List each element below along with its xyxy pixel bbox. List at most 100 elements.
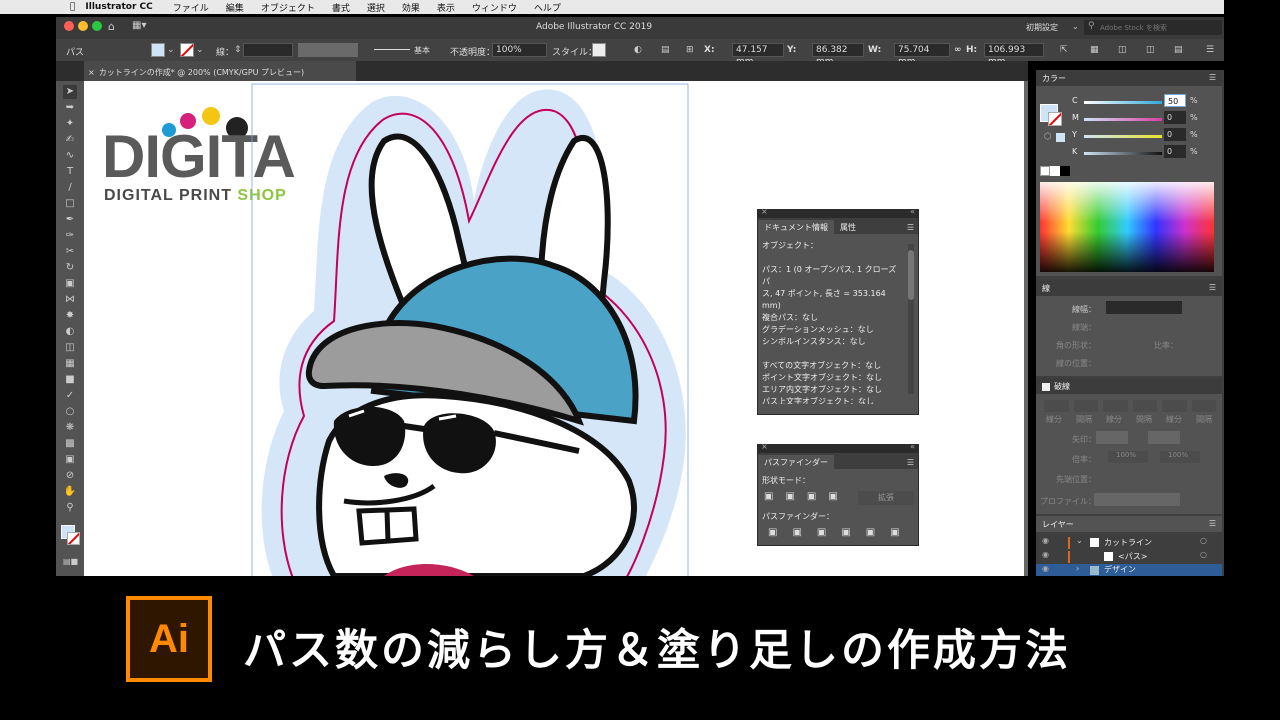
hand-tool-icon[interactable]: ✋	[63, 485, 77, 499]
shape-builder-tool-icon[interactable]: ◐	[63, 325, 77, 339]
slice-tool-icon[interactable]: ⊘	[63, 469, 77, 483]
tab-attributes[interactable]: 属性	[834, 220, 862, 234]
menu-window[interactable]: ウィンドウ	[472, 1, 517, 14]
magenta-field[interactable]: 0	[1164, 111, 1186, 124]
artboard-tool-icon[interactable]: ▣	[63, 453, 77, 467]
minimize-window-button[interactable]	[78, 21, 88, 31]
arrange-icon[interactable]: ▤	[1174, 45, 1183, 55]
pathfinder-buttons[interactable]: ▣▣▣▣▣▣	[768, 527, 915, 538]
width-tool-icon[interactable]: ⋈	[63, 293, 77, 307]
recolor-icon[interactable]: ◐	[634, 45, 642, 55]
shaper-tool-icon[interactable]: ✑	[63, 229, 77, 243]
perspective-grid-tool-icon[interactable]: ◫	[63, 341, 77, 355]
tab-document-info[interactable]: ドキュメント情報	[758, 220, 834, 234]
menu-type[interactable]: 書式	[332, 1, 350, 14]
puppet-warp-tool-icon[interactable]: ✸	[63, 309, 77, 323]
apple-icon[interactable]: 	[70, 2, 75, 12]
magic-wand-tool-icon[interactable]: ✦	[63, 117, 77, 131]
layer-row[interactable]: ◉ <パス> ○	[1036, 550, 1222, 564]
scale-tool-icon[interactable]: ▣	[63, 277, 77, 291]
brush-label[interactable]: 基本	[414, 45, 430, 56]
zoom-tool-icon[interactable]: ⚲	[63, 501, 77, 515]
y-field[interactable]: 86.382 mm	[812, 43, 864, 67]
isolate-icon[interactable]: ⇱	[1060, 45, 1068, 55]
dashed-line-checkbox[interactable]	[1042, 382, 1050, 391]
chevron-down-icon[interactable]: ⌄	[1072, 22, 1079, 31]
profile-select[interactable]	[1094, 493, 1180, 506]
h-field[interactable]: 106.993 mm	[984, 43, 1044, 67]
fill-swatch[interactable]	[151, 43, 165, 57]
arrange-documents-icon[interactable]: ▦▾	[132, 20, 146, 31]
dash-inputs[interactable]	[1044, 400, 1216, 412]
rotate-tool-icon[interactable]: ↻	[63, 261, 77, 275]
draw-mode-icon[interactable]: ▤■	[63, 555, 78, 569]
stroke-weight-field[interactable]	[243, 43, 293, 57]
distribute-icon[interactable]: ◫	[1118, 45, 1127, 55]
link-icon[interactable]: ∞	[954, 45, 962, 55]
cyan-field[interactable]: 50	[1164, 94, 1186, 107]
panel-menu-icon[interactable]: ☰	[903, 221, 918, 234]
panel-menu-icon[interactable]: ☰	[903, 456, 918, 469]
symbol-sprayer-tool-icon[interactable]: ❋	[63, 421, 77, 435]
panel-menu-icon[interactable]: ☰	[1209, 283, 1216, 292]
chevron-right-icon[interactable]: ›	[1076, 564, 1079, 573]
stepper-icon[interactable]: ⇕	[234, 45, 242, 55]
type-tool-icon[interactable]: T	[63, 165, 77, 179]
workspace-switcher[interactable]: 初期設定	[1026, 22, 1058, 33]
line-tool-icon[interactable]: ∕	[63, 181, 77, 195]
direct-selection-tool-icon[interactable]: ➥	[63, 101, 77, 115]
end-arrow-select[interactable]	[1148, 431, 1180, 444]
rectangle-tool-icon[interactable]: □	[63, 197, 77, 211]
chevron-down-icon[interactable]: ⌄	[167, 45, 175, 55]
start-scale-field[interactable]: 100%	[1108, 451, 1148, 463]
flip-icon[interactable]: ◫	[1146, 45, 1155, 55]
stroke-weight-input[interactable]	[1106, 301, 1182, 314]
info-scrollbar[interactable]	[908, 244, 914, 394]
close-icon[interactable]: ×	[761, 442, 768, 451]
cyan-slider[interactable]	[1084, 101, 1162, 104]
layer-row[interactable]: ◉ › デザイン	[1036, 564, 1222, 576]
opacity-field[interactable]: 100%	[492, 43, 547, 57]
panel-menu-icon[interactable]: ☰	[1209, 73, 1216, 82]
tab-pathfinder[interactable]: パスファインダー	[758, 455, 834, 469]
scissors-tool-icon[interactable]: ✂	[63, 245, 77, 259]
collapse-icon[interactable]: «	[910, 442, 915, 451]
start-arrow-select[interactable]	[1096, 431, 1128, 444]
graphic-style-swatch[interactable]	[592, 43, 606, 57]
app-menu[interactable]: Illustrator CC	[85, 2, 152, 12]
none-white-black-swatches[interactable]	[1040, 166, 1070, 176]
pen-tool-icon[interactable]: ✍	[63, 133, 77, 147]
black-field[interactable]: 0	[1164, 145, 1186, 158]
menu-select[interactable]: 選択	[367, 1, 385, 14]
menu-view[interactable]: 表示	[437, 1, 455, 14]
graph-tool-icon[interactable]: ▩	[63, 437, 77, 451]
stroke-swatch[interactable]	[180, 43, 194, 57]
shape-mode-buttons[interactable]: ▣▣▣▣	[764, 491, 850, 502]
mesh-tool-icon[interactable]: ▦	[63, 357, 77, 371]
close-icon[interactable]: ×	[88, 68, 95, 77]
zoom-window-button[interactable]	[92, 21, 102, 31]
layer-row[interactable]: ◉ ⌄ カットライン ○	[1036, 536, 1222, 550]
selection-tool-icon[interactable]: ➤	[63, 85, 77, 99]
curvature-tool-icon[interactable]: ∿	[63, 149, 77, 163]
eye-icon[interactable]: ◉	[1042, 564, 1049, 573]
stock-search-input[interactable]: ⚲ Adobe Stock を検索	[1084, 20, 1222, 35]
menu-object[interactable]: オブジェクト	[261, 1, 315, 14]
quick-actions-icon[interactable]: ▦	[1090, 45, 1099, 55]
eye-icon[interactable]: ◉	[1042, 536, 1049, 545]
menu-edit[interactable]: 編集	[226, 1, 244, 14]
black-slider[interactable]	[1084, 152, 1162, 155]
last-color-swatch[interactable]	[1056, 133, 1065, 142]
panel-drag-bar[interactable]: × «	[758, 207, 918, 218]
end-scale-field[interactable]: 100%	[1160, 451, 1200, 463]
gradient-tool-icon[interactable]: ■	[63, 373, 77, 387]
document-tab[interactable]: × カットラインの作成* @ 200% (CMYK/GPU プレビュー)	[84, 61, 356, 81]
collapse-icon[interactable]: «	[910, 207, 915, 216]
panel-menu-icon[interactable]: ☰	[1209, 519, 1216, 528]
expand-button[interactable]: 拡張	[858, 491, 914, 505]
stroke-color-swatch[interactable]	[67, 532, 80, 545]
magenta-slider[interactable]	[1084, 118, 1162, 121]
x-field[interactable]: 47.157 mm	[732, 43, 784, 67]
close-icon[interactable]: ×	[761, 207, 768, 216]
yellow-slider[interactable]	[1084, 135, 1162, 138]
